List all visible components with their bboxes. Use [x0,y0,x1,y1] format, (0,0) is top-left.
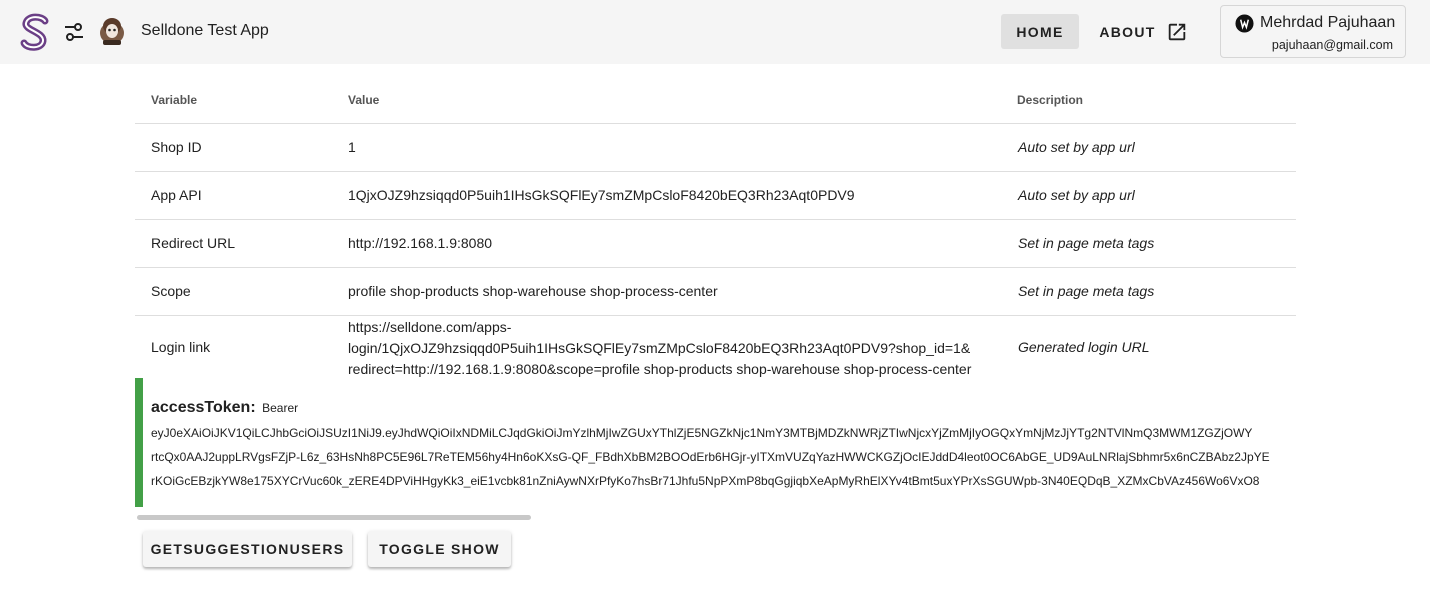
cell-variable: App API [151,187,202,203]
cell-variable: Redirect URL [151,235,236,251]
nav-about-label: ABOUT [1099,23,1156,40]
cell-value: 1QjxOJZ9hzsiqqd0P5uih1IHsGkSQFlEy7smZMpC… [348,187,855,203]
cell-variable: Scope [151,283,191,299]
table-row: App API 1QjxOJZ9hzsiqqd0P5uih1IHsGkSQFlE… [135,171,1296,219]
login-link-line: redirect=http://192.168.1.9:8080&scope=p… [348,361,972,377]
toggle-show-label: TOGGLE SHOW [379,541,500,557]
cell-description: Set in page meta tags [1018,235,1155,251]
column-header-value: Value [348,93,380,107]
toggle-show-button[interactable]: TOGGLE SHOW [368,531,511,567]
table-row: Shop ID 1 Auto set by app url [135,123,1296,171]
token-line: rKOiGcEBzjkYW8e175XYCrVuc60k_zERE4DPViHH… [151,474,1260,488]
token-title: accessToken: Bearer [151,399,298,417]
nav-home-button[interactable]: HOME [1001,14,1079,49]
user-avatar-icon [1235,14,1254,33]
app-avatar-icon [100,18,124,45]
cell-value: http://192.168.1.9:8080 [348,235,493,251]
selldone-logo-icon[interactable] [18,12,52,52]
access-token-panel: accessToken: Bearer eyJ0eXAiOiJKV1QiLCJh… [135,378,1296,507]
cell-value: profile shop-products shop-warehouse sho… [348,283,718,299]
token-key-label: accessToken: [151,399,256,416]
user-account-button[interactable]: Mehrdad Pajuhaan pajuhaan@gmail.com [1220,5,1406,58]
table-row: Scope profile shop-products shop-warehou… [135,267,1296,315]
column-header-variable: Variable [151,93,198,107]
cell-description: Generated login URL [1018,339,1150,355]
login-link-line: https://selldone.com/apps- [348,319,512,335]
cell-variable: Login link [151,339,211,355]
token-type-label: Bearer [262,401,299,415]
plug-icon[interactable] [62,20,86,44]
horizontal-scrollbar[interactable] [137,515,531,520]
token-line: eyJ0eXAiOiJKV1QiLCJhbGciOiJSUzI1NiJ9.eyJ… [151,426,1253,440]
nav-home-label: HOME [1016,23,1064,40]
cell-description: Set in page meta tags [1018,283,1155,299]
cell-value: 1 [348,139,356,155]
login-link-line: login/1QjxOJZ9hzsiqqd0P5uih1IHsGkSQFlEy7… [348,340,971,356]
user-name: Mehrdad Pajuhaan [1260,14,1396,31]
app-title: Selldone Test App [141,22,269,39]
app-bar: Selldone Test App HOME ABOUT Mehrdad Paj… [0,0,1430,64]
cell-description: Auto set by app url [1018,187,1135,203]
get-suggestion-users-label: GETSUGGESTIONUSERS [150,541,345,557]
column-header-description: Description [1017,93,1084,107]
table-row: Login link https://selldone.com/apps- lo… [135,315,1296,379]
cell-value-login-link[interactable]: https://selldone.com/apps- login/1QjxOJZ… [348,317,971,380]
cell-variable: Shop ID [151,139,202,155]
get-suggestion-users-button[interactable]: GETSUGGESTIONUSERS [143,531,352,567]
cell-description: Auto set by app url [1018,139,1135,155]
nav-about-button[interactable]: ABOUT [1093,14,1194,49]
token-line: rtcQx0AAJ2uppLRVgsFZjP-L6z_63HsNh8PC5E96… [151,450,1270,464]
open-in-new-icon [1168,23,1185,40]
table-row: Redirect URL http://192.168.1.9:8080 Set… [135,219,1296,267]
user-email: pajuhaan@gmail.com [1271,38,1393,52]
